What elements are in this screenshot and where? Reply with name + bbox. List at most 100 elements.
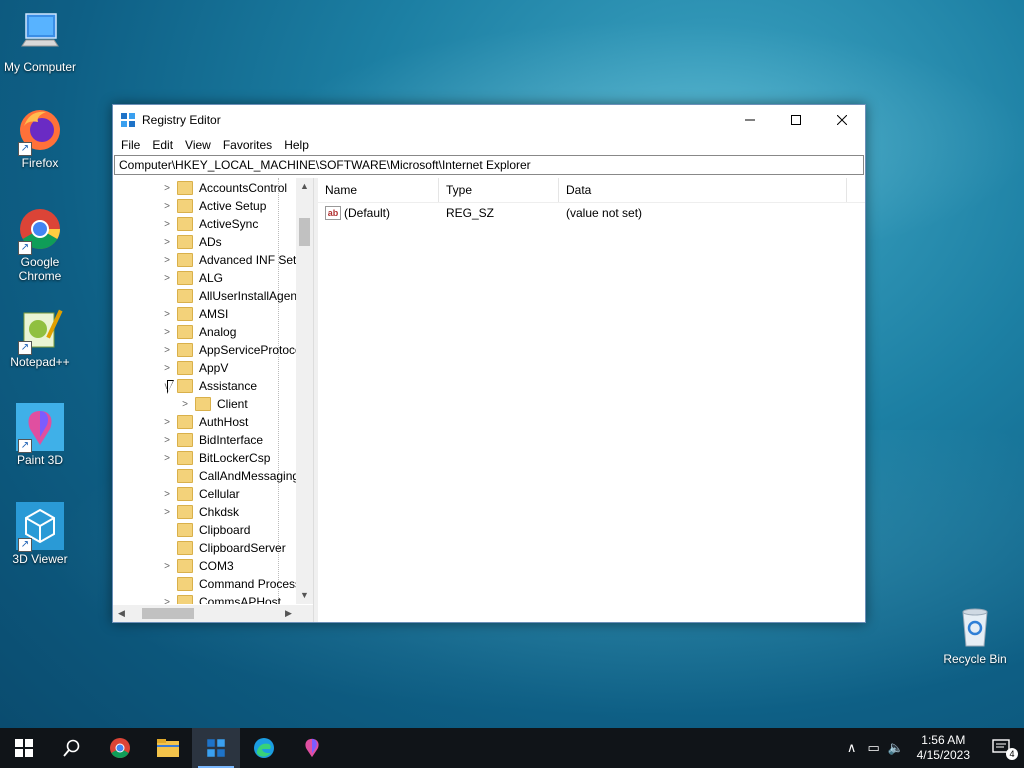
chevron-right-icon[interactable]: > (161, 219, 173, 230)
chevron-right-icon[interactable]: > (161, 363, 173, 374)
network-icon[interactable]: ▭ (863, 740, 885, 756)
chevron-right-icon[interactable]: > (161, 345, 173, 356)
menu-favorites[interactable]: Favorites (217, 138, 278, 152)
chevron-right-icon[interactable]: > (161, 489, 173, 500)
chevron-right-icon[interactable]: > (161, 201, 173, 212)
tree-node[interactable]: > Chkdsk (161, 503, 239, 521)
recycle-bin-icon (951, 602, 999, 650)
tree-vertical-scrollbar[interactable]: ▲ ▼ (296, 178, 313, 604)
scroll-up-icon[interactable]: ▲ (296, 178, 313, 195)
tree-node[interactable]: > ActiveSync (161, 215, 258, 233)
desktop-icon-firefox[interactable]: ↗ Firefox (0, 106, 80, 170)
chevron-right-icon[interactable]: > (161, 453, 173, 464)
tree-node-label: AMSI (199, 307, 229, 321)
notepadpp-icon: ↗ (16, 305, 64, 355)
paint3d-icon (305, 738, 319, 758)
scroll-thumb[interactable] (142, 608, 194, 619)
value-row[interactable]: ab (Default) REG_SZ (value not set) (318, 203, 865, 223)
taskbar-registry-editor[interactable] (192, 728, 240, 768)
tree-node[interactable]: > COM3 (161, 557, 234, 575)
close-button[interactable] (819, 105, 865, 135)
taskbar-file-explorer[interactable] (144, 728, 192, 768)
chevron-right-icon[interactable]: > (161, 417, 173, 428)
desktop-icon-3dviewer[interactable]: ↗ 3D Viewer (0, 502, 80, 566)
menu-file[interactable]: File (115, 138, 146, 152)
3dviewer-icon: ↗ (16, 502, 64, 552)
chevron-right-icon[interactable]: > (161, 309, 173, 320)
tree-node[interactable]: > BitLockerCsp (161, 449, 270, 467)
folder-icon (177, 307, 193, 321)
scroll-right-icon[interactable]: ▶ (280, 608, 297, 619)
tree-node-label: AppV (199, 361, 229, 375)
tree-node[interactable]: AllUserInstallAgent (161, 287, 297, 305)
tree-node[interactable]: > Analog (161, 323, 236, 341)
start-button[interactable] (0, 728, 48, 768)
chevron-up-icon[interactable]: ∧ (841, 740, 863, 756)
chrome-icon: ↗ (16, 205, 64, 255)
desktop-icon-my-computer[interactable]: My Computer (0, 10, 80, 74)
tree-node[interactable]: > AMSI (161, 305, 228, 323)
tree-node[interactable]: > CommsAPHost (161, 593, 281, 604)
chevron-right-icon[interactable]: > (161, 255, 173, 266)
tree-node[interactable]: Command Process (161, 575, 297, 593)
chevron-right-icon[interactable]: > (161, 237, 173, 248)
tree-node[interactable]: > Cellular (161, 485, 240, 503)
tree-node[interactable]: > Client (179, 395, 248, 413)
column-header-type[interactable]: Type (439, 178, 559, 202)
tree-node[interactable]: > AppServiceProtoco (161, 341, 297, 359)
tree-node[interactable]: CallAndMessagingl (161, 467, 297, 485)
tree-node[interactable]: > ALG (161, 269, 223, 287)
tree-node-label: Assistance (199, 379, 258, 393)
scroll-thumb[interactable] (299, 218, 310, 246)
chevron-right-icon[interactable]: > (161, 597, 173, 605)
search-button[interactable] (48, 728, 96, 768)
tree-node-label: BidInterface (199, 433, 264, 447)
desktop-icon-notepadpp[interactable]: ↗ Notepad++ (0, 305, 80, 369)
title-bar[interactable]: Registry Editor (113, 105, 865, 135)
clock[interactable]: 1:56 AM 4/15/2023 (907, 733, 980, 763)
chevron-right-icon[interactable]: > (161, 507, 173, 518)
column-header-name[interactable]: Name (318, 178, 439, 202)
tree-node[interactable]: > AuthHost (161, 413, 248, 431)
tree-node[interactable]: ClipboardServer (161, 539, 286, 557)
tree-node[interactable]: > ADs (161, 233, 222, 251)
scroll-left-icon[interactable]: ◀ (113, 608, 130, 619)
volume-icon[interactable]: 🔈 (885, 740, 907, 756)
chevron-right-icon[interactable]: > (179, 399, 191, 410)
tree-node[interactable]: > BidInterface (161, 431, 263, 449)
address-bar[interactable]: Computer\HKEY_LOCAL_MACHINE\SOFTWARE\Mic… (114, 155, 864, 175)
chevron-right-icon[interactable]: > (161, 435, 173, 446)
chevron-right-icon[interactable]: > (161, 561, 173, 572)
folder-icon (177, 379, 193, 393)
folder-icon (177, 451, 193, 465)
tree-node[interactable]: v Assistance (161, 377, 257, 395)
action-center-button[interactable]: 4 (980, 728, 1024, 768)
chevron-right-icon[interactable]: > (161, 183, 173, 194)
scroll-down-icon[interactable]: ▼ (296, 587, 313, 604)
window-title: Registry Editor (142, 113, 221, 127)
tree-node[interactable]: > Advanced INF Setu (161, 251, 297, 269)
tree-node[interactable]: Clipboard (161, 521, 250, 539)
menu-view[interactable]: View (179, 138, 217, 152)
maximize-button[interactable] (773, 105, 819, 135)
tree-node[interactable]: > Active Setup (161, 197, 266, 215)
column-header-data[interactable]: Data (559, 178, 847, 202)
tree-node[interactable]: > AppV (161, 359, 228, 377)
desktop-icon-chrome[interactable]: ↗ Google Chrome (0, 205, 80, 283)
menu-help[interactable]: Help (278, 138, 315, 152)
desktop-icon-paint3d[interactable]: ↗ Paint 3D (0, 403, 80, 467)
taskbar-chrome[interactable] (96, 728, 144, 768)
taskbar-paint3d[interactable] (288, 728, 336, 768)
chevron-right-icon[interactable]: > (161, 327, 173, 338)
desktop-icon-recycle-bin[interactable]: Recycle Bin (935, 602, 1015, 666)
taskbar-edge[interactable] (240, 728, 288, 768)
menu-edit[interactable]: Edit (146, 138, 179, 152)
tree-horizontal-scrollbar[interactable]: ◀ ▶ (113, 605, 297, 622)
tree-node-label: Client (217, 397, 248, 411)
tree-node[interactable]: > AccountsControl (161, 179, 287, 197)
folder-icon (177, 523, 193, 537)
edge-icon (254, 738, 274, 758)
minimize-button[interactable] (727, 105, 773, 135)
chevron-right-icon[interactable]: > (161, 273, 173, 284)
value-name-cell: ab (Default) (318, 206, 439, 220)
